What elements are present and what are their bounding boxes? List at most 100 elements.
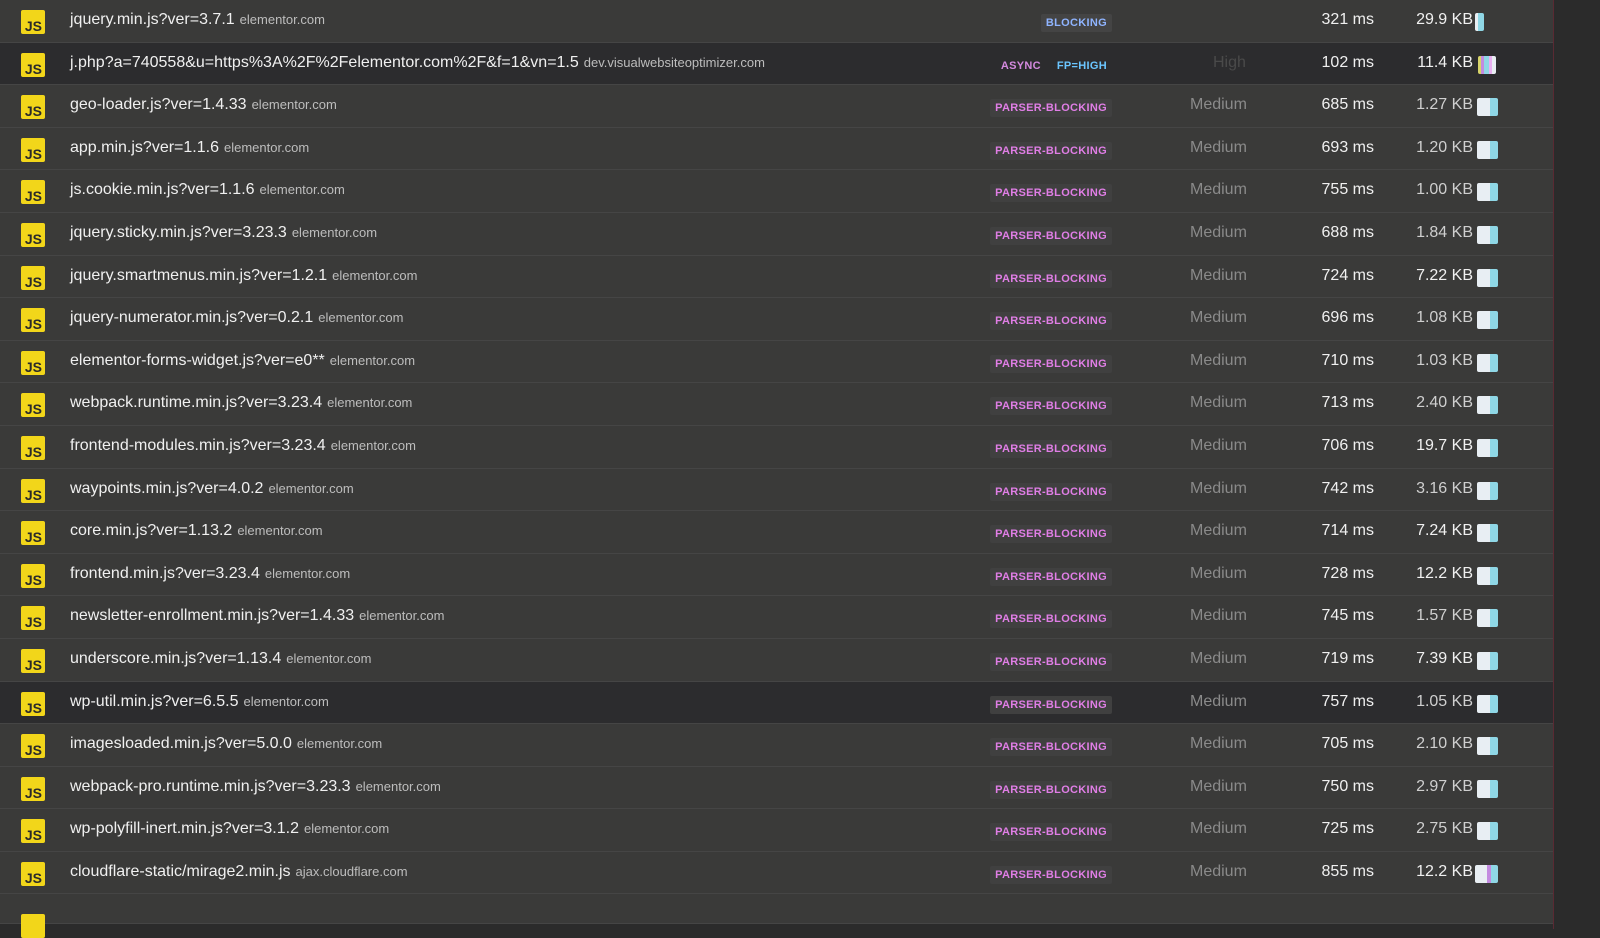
waterfall-bar[interactable]: [1477, 396, 1498, 415]
table-row[interactable]: JS j.php?a=740558&u=https%3A%2F%2Felement…: [0, 42, 1600, 86]
table-row[interactable]: [0, 894, 1600, 938]
table-row[interactable]: JS elementor-forms-widget.js?ver=e0** elem…: [0, 340, 1600, 384]
table-row[interactable]: JS webpack.runtime.min.js?ver=3.23.4 eleme…: [0, 383, 1600, 426]
request-name[interactable]: underscore.min.js?ver=1.13.4 elementor.co…: [70, 650, 372, 668]
request-host: elementor.com: [243, 693, 329, 709]
waterfall-bar[interactable]: [1477, 651, 1498, 670]
waterfall-segment: [1490, 524, 1498, 543]
waterfall-bar[interactable]: [1477, 566, 1498, 585]
table-row[interactable]: JS imagesloaded.min.js?ver=5.0.0 elementor…: [0, 724, 1600, 767]
table-row[interactable]: JS jquery.min.js?ver=3.7.1 elementor.com BL…: [0, 0, 1600, 43]
waterfall-bar[interactable]: [1477, 183, 1498, 202]
request-name[interactable]: webpack.runtime.min.js?ver=3.23.4 element…: [70, 394, 412, 412]
request-priority: Medium: [1190, 223, 1247, 241]
waterfall-bar[interactable]: [1477, 694, 1498, 713]
table-row[interactable]: JS wp-util.min.js?ver=6.5.5 elementor.com P…: [0, 681, 1600, 725]
request-name[interactable]: js.cookie.min.js?ver=1.1.6 elementor.com: [70, 181, 345, 199]
request-name[interactable]: webpack-pro.runtime.min.js?ver=3.23.3 ele…: [70, 778, 441, 796]
request-host: elementor.com: [303, 821, 390, 837]
request-filename: jquery.min.js?ver=3.7.1: [70, 11, 235, 28]
waterfall-segment: [1490, 140, 1498, 159]
waterfall-segment: [1490, 609, 1498, 628]
waterfall-bar[interactable]: [1477, 481, 1498, 500]
waterfall-bar[interactable]: [1475, 13, 1484, 31]
request-name[interactable]: waypoints.min.js?ver=4.0.2 elementor.com: [70, 480, 354, 498]
status-badge: PARSER-BLOCKING: [990, 567, 1112, 586]
request-name[interactable]: jquery-numerator.min.js?ver=0.2.1 element…: [70, 309, 404, 327]
request-name[interactable]: jquery.sticky.min.js?ver=3.23.3 elementor…: [70, 224, 377, 242]
table-row[interactable]: JS underscore.min.js?ver=1.13.4 elementor.…: [0, 638, 1600, 682]
waterfall-bar[interactable]: [1477, 609, 1498, 628]
request-filename: core.min.js?ver=1.13.2: [70, 522, 233, 540]
request-priority: Medium: [1190, 692, 1247, 710]
request-duration: 705 ms: [1321, 735, 1374, 753]
request-name[interactable]: wp-polyfill-inert.min.js?ver=3.1.2 elemen…: [70, 820, 389, 838]
waterfall-bar[interactable]: [1477, 311, 1498, 330]
waterfall-bar[interactable]: [1477, 225, 1498, 244]
waterfall-bar[interactable]: [1477, 353, 1498, 372]
table-row[interactable]: JS newsletter-enrollment.min.js?ver=1.4.3…: [0, 596, 1600, 639]
request-name[interactable]: jquery.min.js?ver=3.7.1 elementor.com: [70, 11, 325, 29]
request-name[interactable]: wp-util.min.js?ver=6.5.5 elementor.com: [70, 693, 329, 711]
request-host: elementor.com: [259, 182, 345, 198]
waterfall-segment: [1477, 737, 1490, 756]
request-name[interactable]: jquery.smartmenus.min.js?ver=1.2.1 elemen…: [70, 267, 417, 285]
waterfall-bar[interactable]: [1477, 779, 1498, 798]
status-badge: PARSER-BLOCKING: [990, 141, 1112, 160]
waterfall-bar[interactable]: [1477, 524, 1498, 543]
request-name[interactable]: newsletter-enrollment.min.js?ver=1.4.33 e…: [70, 607, 444, 625]
waterfall-segment: [1490, 268, 1498, 287]
waterfall-bar[interactable]: [1477, 140, 1498, 159]
status-badge: PARSER-BLOCKING: [990, 184, 1112, 203]
table-row[interactable]: JS frontend.min.js?ver=3.23.4 elementor.co…: [0, 553, 1600, 597]
request-name[interactable]: frontend-modules.min.js?ver=3.23.4 elemen…: [70, 437, 416, 455]
request-name[interactable]: imagesloaded.min.js?ver=5.0.0 elementor.c…: [70, 735, 382, 753]
table-row[interactable]: JS core.min.js?ver=1.13.2 elementor.com PAR…: [0, 511, 1600, 554]
table-row[interactable]: JS jquery-numerator.min.js?ver=0.2.1 eleme…: [0, 298, 1600, 341]
request-name[interactable]: core.min.js?ver=1.13.2 elementor.com: [70, 522, 323, 540]
request-host: elementor.com: [291, 224, 378, 240]
waterfall-bar[interactable]: [1477, 98, 1498, 117]
request-badges: PARSER-BLOCKING: [990, 269, 1112, 288]
waterfall-segment: [1477, 311, 1490, 330]
request-name[interactable]: cloudflare-static/mirage2.min.js ajax.clo…: [70, 863, 408, 881]
table-row[interactable]: JS jquery.sticky.min.js?ver=3.23.3 element…: [0, 212, 1600, 256]
table-row[interactable]: JS app.min.js?ver=1.1.6 elementor.com PARSE…: [0, 127, 1600, 171]
request-name[interactable]: elementor-forms-widget.js?ver=e0** elemen…: [70, 352, 415, 370]
request-name[interactable]: app.min.js?ver=1.1.6 elementor.com: [70, 139, 309, 157]
table-row[interactable]: JS jquery.smartmenus.min.js?ver=1.2.1 elem…: [0, 255, 1600, 299]
request-badges: PARSER-BLOCKING: [990, 397, 1112, 416]
request-badges: PARSER-BLOCKING: [990, 354, 1112, 373]
table-row[interactable]: JS geo-loader.js?ver=1.4.33 elementor.com P…: [0, 85, 1600, 128]
table-row[interactable]: JS webpack-pro.runtime.min.js?ver=3.23.3 e…: [0, 766, 1600, 810]
js-file-icon: JS: [21, 393, 45, 418]
waterfall-bar[interactable]: [1477, 822, 1498, 841]
waterfall-bar[interactable]: [1477, 268, 1498, 287]
request-badges: PARSER-BLOCKING: [990, 312, 1112, 331]
table-row[interactable]: JS frontend-modules.min.js?ver=3.23.4 elem…: [0, 425, 1600, 469]
request-duration: 713 ms: [1321, 394, 1374, 412]
request-host: elementor.com: [332, 267, 418, 283]
waterfall-segment: [1490, 694, 1498, 713]
waterfall-segment: [1477, 225, 1490, 244]
request-name[interactable]: frontend.min.js?ver=3.23.4 elementor.com: [70, 565, 350, 583]
request-size: 1.57 KB: [1416, 607, 1473, 625]
request-name[interactable]: j.php?a=740558&u=https%3A%2F%2Felementor…: [70, 54, 765, 72]
js-file-icon: JS: [21, 350, 45, 375]
waterfall-segment: [1490, 183, 1498, 202]
waterfall-bar[interactable]: [1478, 55, 1496, 74]
waterfall-segment: [1490, 566, 1498, 585]
table-row[interactable]: JS js.cookie.min.js?ver=1.1.6 elementor.co…: [0, 170, 1600, 213]
request-badges: PARSER-BLOCKING: [990, 99, 1112, 118]
request-badges: ASYNC FP=HIGH: [996, 57, 1112, 75]
table-row[interactable]: JS cloudflare-static/mirage2.min.js ajax.c…: [0, 851, 1600, 895]
waterfall-segment: [1490, 438, 1498, 457]
request-name[interactable]: geo-loader.js?ver=1.4.33 elementor.com: [70, 96, 337, 114]
js-file-icon: JS: [21, 180, 45, 205]
table-row[interactable]: JS wp-polyfill-inert.min.js?ver=3.1.2 elem…: [0, 809, 1600, 852]
waterfall-bar[interactable]: [1475, 864, 1498, 883]
waterfall-bar[interactable]: [1477, 438, 1498, 457]
waterfall-bar[interactable]: [1477, 737, 1498, 756]
table-row[interactable]: JS waypoints.min.js?ver=4.0.2 elementor.co…: [0, 468, 1600, 512]
request-host: elementor.com: [264, 565, 351, 581]
